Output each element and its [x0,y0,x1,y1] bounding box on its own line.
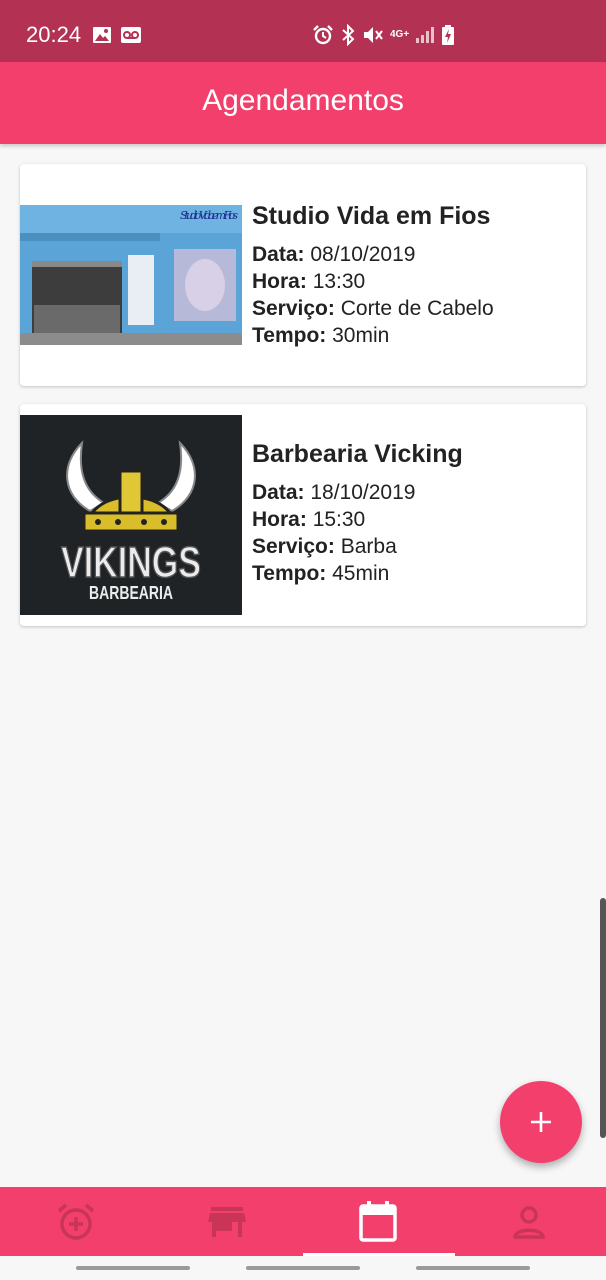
appointment-card[interactable]: Studio Vida em Fios Studio Vida em Fios … [20,164,586,386]
add-appointment-button[interactable] [500,1081,582,1163]
alarm-add-icon [57,1203,94,1240]
appointment-service: Serviço: Corte de Cabelo [252,297,494,320]
battery-charging-icon [442,25,455,45]
appointment-time: Hora: 15:30 [252,508,366,531]
app-bar: Agendamentos [0,62,606,144]
salon-sign-text: Studio Vida em Fios [180,209,238,222]
nav-item-stores[interactable] [151,1187,302,1256]
appointment-time: Hora: 13:30 [252,270,366,293]
appointment-details: Barbearia Vicking Data: 18/10/2019 Hora:… [252,440,463,587]
appointment-date: Data: 08/10/2019 [252,243,416,266]
appointment-duration: Tempo: 45min [252,562,390,585]
scrollbar[interactable] [600,898,606,1138]
salon-name: Studio Vida em Fios [252,202,491,230]
nav-item-appointments[interactable] [302,1187,453,1256]
nav-item-alarms[interactable] [0,1187,151,1256]
status-time: 20:24 [26,22,82,47]
bluetooth-icon [342,24,355,46]
signal-icon [416,27,435,43]
page-title: Agendamentos [202,84,404,117]
alarm-icon [313,25,333,45]
system-recents-button[interactable] [76,1266,190,1270]
mute-icon [364,27,383,43]
appointment-details: Studio Vida em Fios Data: 08/10/2019 Hor… [252,202,494,349]
store-icon [207,1206,246,1237]
barbershop-logo: VIKINGS BARBEARIA [20,415,242,615]
salon-photo: Studio Vida em Fios [20,205,242,345]
nav-item-profile[interactable] [453,1187,604,1256]
system-navigation-bar [0,1256,606,1280]
appointment-date: Data: 18/10/2019 [252,481,416,504]
appointment-card[interactable]: VIKINGS BARBEARIA Barbearia Vicking Data… [20,404,586,626]
voicemail-icon [121,27,141,43]
calendar-icon [358,1200,397,1242]
barbershop-name: Barbearia Vicking [252,440,463,468]
network-4g-icon: 4G+ [390,29,410,40]
plus-icon [531,1112,551,1132]
status-bar: 20:24 4G+ [0,0,606,62]
bottom-navigation [0,1187,606,1256]
appointment-service: Serviço: Barba [252,535,397,558]
system-home-button[interactable] [246,1266,360,1270]
logo-main-text: VIKINGS [61,538,201,587]
system-back-button[interactable] [416,1266,530,1270]
image-icon [93,27,111,43]
person-icon [512,1205,545,1239]
appointment-duration: Tempo: 30min [252,324,390,347]
logo-sub-text: BARBEARIA [89,583,173,603]
